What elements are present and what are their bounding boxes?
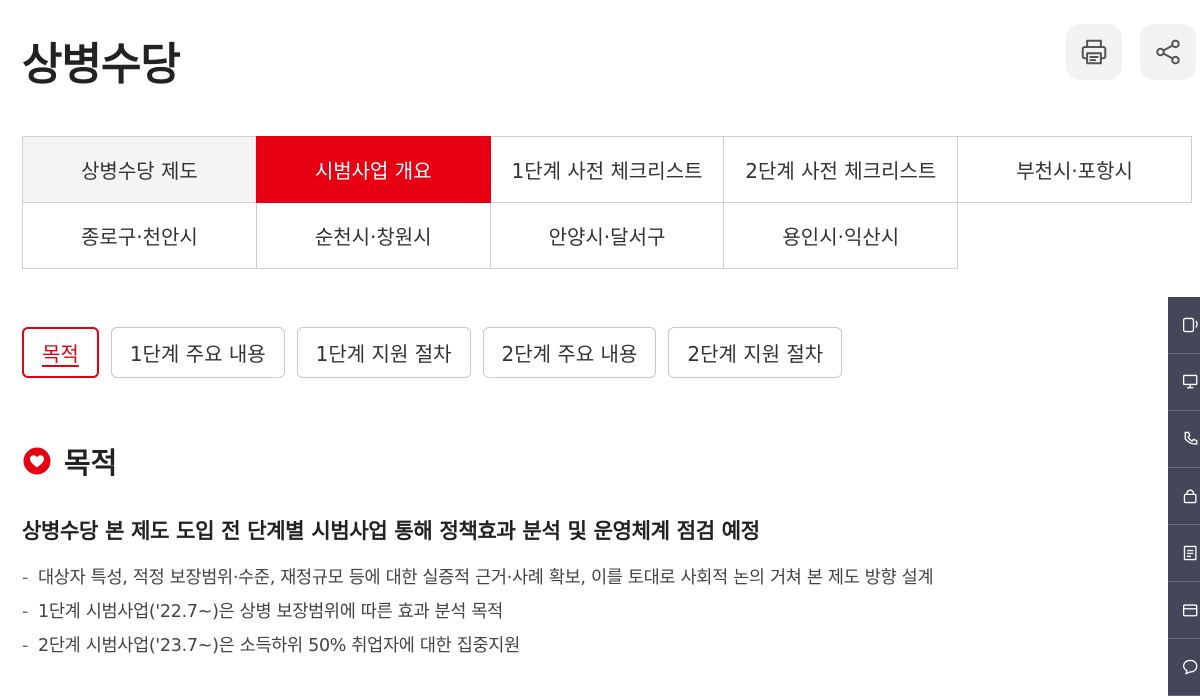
quick-menu-mobile[interactable]: [1168, 297, 1200, 354]
tab-bucheon-pohang[interactable]: 부천시·포항시: [957, 136, 1192, 203]
list-item: -2단계 시범사업('23.7~)은 소득하위 50% 취업자에 대한 집중지원: [22, 636, 520, 656]
quick-menu-card[interactable]: [1168, 582, 1200, 639]
main-tab-grid: 상병수당 제도 시범사업 개요 1단계 사전 체크리스트 2단계 사전 체크리스…: [22, 136, 1192, 269]
subtab-stage1-procedure[interactable]: 1단계 지원 절차: [296, 327, 471, 378]
quick-menu-lock[interactable]: [1168, 468, 1200, 525]
tab-stage1-checklist[interactable]: 1단계 사전 체크리스트: [489, 136, 725, 203]
phone-icon: [1184, 431, 1198, 445]
tab-sickness-allowance-system[interactable]: 상병수당 제도: [22, 136, 257, 203]
chat-icon: [1182, 659, 1198, 675]
quick-menu-document[interactable]: [1168, 525, 1200, 582]
subtab-purpose[interactable]: 목적: [22, 327, 99, 378]
quick-menu-monitor[interactable]: [1168, 354, 1200, 411]
section-title: 목적: [64, 446, 118, 480]
quick-menu-bar: [1168, 297, 1200, 696]
share-button[interactable]: [1140, 24, 1196, 80]
subtab-stage2-procedure[interactable]: 2단계 지원 절차: [668, 327, 843, 378]
lock-icon: [1183, 489, 1197, 504]
quick-menu-chat[interactable]: [1168, 639, 1200, 696]
list-item: - 대상자 특성, 적정 보장범위·수준, 재정규모 등에 대한 실증적 근거·사…: [22, 568, 934, 588]
section-heading: 목적: [22, 440, 117, 482]
tab-suncheon-changwon[interactable]: 순천시·창원시: [255, 202, 491, 269]
document-icon: [1183, 545, 1197, 561]
sub-tab-bar: 목적 1단계 주요 내용 1단계 지원 절차 2단계 주요 내용 2단계 지원 …: [22, 327, 843, 378]
list-item-text: 2단계 시범사업('23.7~)은 소득하위 50% 취업자에 대한 집중지원: [38, 636, 520, 656]
tab-jongno-cheonan[interactable]: 종로구·천안시: [22, 202, 257, 269]
section-lead: 상병수당 본 제도 도입 전 단계별 시범사업 통해 정책효과 분석 및 운영체…: [22, 519, 760, 543]
share-icon: [1156, 39, 1180, 65]
tab-yongin-iksan[interactable]: 용인시·익산시: [723, 202, 959, 269]
subtab-stage2-content[interactable]: 2단계 주요 내용: [482, 327, 657, 378]
list-item: -1단계 시범사업('22.7~)은 상병 보장범위에 따른 효과 분석 목적: [22, 602, 503, 622]
printer-icon: [1081, 39, 1107, 65]
list-item-text: 대상자 특성, 적정 보장범위·수준, 재정규모 등에 대한 실증적 근거·사례…: [38, 568, 934, 588]
quick-menu-phone[interactable]: [1168, 411, 1200, 468]
print-button[interactable]: [1066, 24, 1122, 80]
mobile-icon: [1182, 317, 1198, 333]
monitor-icon: [1182, 374, 1198, 389]
card-icon: [1182, 604, 1198, 617]
tab-pilot-overview[interactable]: 시범사업 개요: [255, 136, 491, 203]
purpose-bullet-list: - 대상자 특성, 적정 보장범위·수준, 재정규모 등에 대한 실증적 근거·사…: [22, 566, 934, 668]
red-heart-bullet-icon: [23, 447, 51, 475]
tab-stage2-checklist[interactable]: 2단계 사전 체크리스트: [723, 136, 959, 203]
subtab-stage1-content[interactable]: 1단계 주요 내용: [110, 327, 285, 378]
tab-anyang-dalseo[interactable]: 안양시·달서구: [489, 202, 725, 269]
page-title: 상병수당: [22, 39, 181, 90]
list-item-text: 1단계 시범사업('22.7~)은 상병 보장범위에 따른 효과 분석 목적: [38, 602, 503, 622]
